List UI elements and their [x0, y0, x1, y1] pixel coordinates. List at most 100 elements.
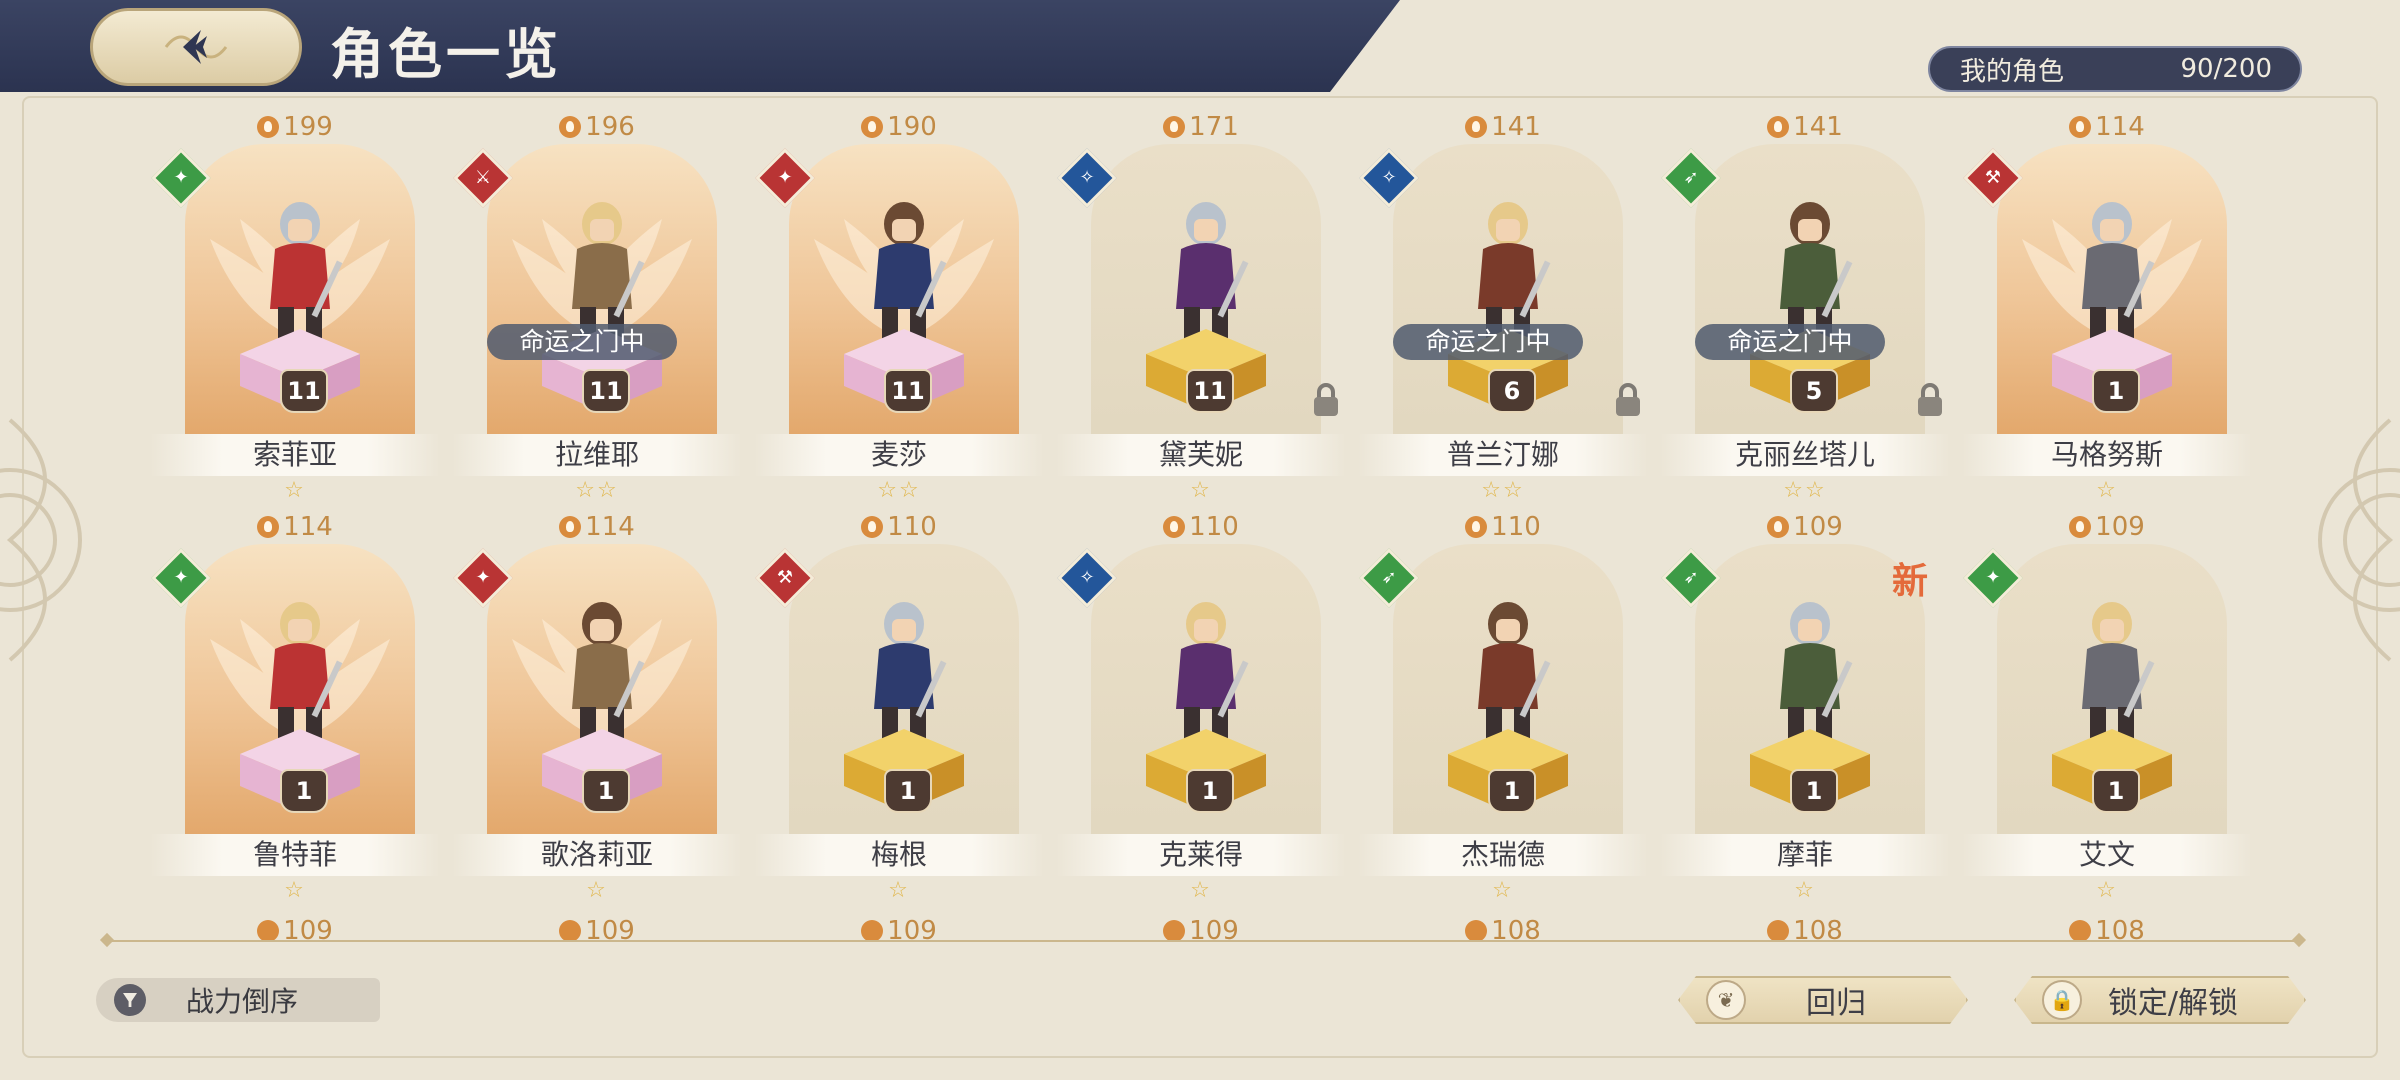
character-portrait: 11: [789, 144, 1019, 434]
owned-characters-counter: 我的角色 90/200: [1928, 46, 2302, 92]
level-badge: 5: [1790, 369, 1838, 413]
star-rating: ☆: [2096, 878, 2118, 903]
character-name: 鲁特菲: [150, 834, 440, 876]
page-title: 角色一览: [330, 23, 562, 86]
star-rating: ☆: [1190, 878, 1212, 903]
star-rating: ☆☆: [1481, 478, 1525, 503]
character-name: 杰瑞德: [1358, 834, 1648, 876]
character-card[interactable]: 114 1 ✦ 鲁特菲 ☆: [150, 512, 440, 903]
character-portrait: 1: [1997, 544, 2227, 834]
flame-icon: [1465, 516, 1488, 538]
level-badge: 1: [1488, 769, 1536, 813]
leaf-icon: ❦: [1706, 980, 1746, 1020]
level-badge: 1: [582, 769, 630, 813]
padlock-icon: [1616, 383, 1640, 416]
character-card[interactable]: 114 1 ⚒ 马格努斯 ☆: [1962, 112, 2252, 503]
level-badge: 1: [2092, 769, 2140, 813]
power-display: 141: [1358, 112, 1648, 142]
character-portrait: 11: [185, 144, 415, 434]
character-card[interactable]: 171 11 ✧ 黛芙妮 ☆: [1056, 112, 1346, 503]
flame-icon: [1767, 516, 1790, 538]
power-value: 199: [283, 112, 333, 142]
level-badge: 1: [884, 769, 932, 813]
power-value: 109: [2095, 512, 2145, 542]
flame-icon: [861, 516, 884, 538]
sort-label: 战力倒序: [186, 985, 299, 1018]
power-value: 110: [887, 512, 937, 542]
character-card[interactable]: 190 11 ✦ 麦莎 ☆☆: [754, 112, 1044, 503]
character-card[interactable]: 196 11 ⚔ 命运之门中 拉维耶 ☆☆: [452, 112, 742, 503]
filter-icon: [114, 984, 146, 1016]
character-name: 马格努斯: [1962, 434, 2252, 476]
character-name: 艾文: [1962, 834, 2252, 876]
padlock-icon: [1314, 383, 1338, 416]
power-display: 114: [150, 512, 440, 542]
level-badge: 6: [1488, 369, 1536, 413]
character-name: 索菲亚: [150, 434, 440, 476]
power-display: 141: [1660, 112, 1950, 142]
character-card[interactable]: 110 1 ➶ 杰瑞德 ☆: [1358, 512, 1648, 903]
flame-icon: [2069, 920, 2092, 942]
power-value: 114: [283, 512, 333, 542]
power-value: 114: [585, 512, 635, 542]
list-divider: [108, 940, 2298, 942]
character-card[interactable]: 141 6 ✧ 命运之门中 普兰汀娜 ☆☆: [1358, 112, 1648, 503]
power-value: 110: [1491, 512, 1541, 542]
character-portrait: 1: [487, 544, 717, 834]
character-card[interactable]: 109 1 ✦ 艾文 ☆: [1962, 512, 2252, 903]
character-card[interactable]: 110 1 ✧ 克莱得 ☆: [1056, 512, 1346, 903]
lock-icon: 🔒: [2042, 980, 2082, 1020]
character-portrait: 1: [1997, 144, 2227, 434]
character-card[interactable]: 141 5 ➶ 命运之门中 克丽丝塔儿 ☆☆: [1660, 112, 1950, 503]
sort-by-power-button[interactable]: 战力倒序: [96, 978, 380, 1022]
level-badge: 1: [280, 769, 328, 813]
flame-icon: [559, 516, 582, 538]
power-display: 114: [452, 512, 742, 542]
level-badge: 1: [2092, 369, 2140, 413]
power-value: 109: [1793, 512, 1843, 542]
level-badge: 11: [582, 369, 630, 413]
power-display: 171: [1056, 112, 1346, 142]
character-portrait: 6: [1393, 144, 1623, 434]
back-button[interactable]: [90, 8, 302, 86]
star-rating: ☆: [1190, 478, 1212, 503]
character-portrait: 11: [487, 144, 717, 434]
star-rating: ☆: [284, 878, 306, 903]
character-card[interactable]: 109 1 ➶ 新 摩菲 ☆: [1660, 512, 1950, 903]
power-value: 190: [887, 112, 937, 142]
owned-label: 我的角色: [1960, 56, 2065, 87]
flame-icon: [1163, 920, 1186, 942]
return-button[interactable]: ❦ 回归: [1678, 976, 1968, 1024]
power-value: 114: [2095, 112, 2145, 142]
flame-icon: [257, 516, 280, 538]
power-display: 114: [1962, 112, 2252, 142]
power-value: 110: [1189, 512, 1239, 542]
character-portrait: 1: [789, 544, 1019, 834]
owned-count: 90/200: [2180, 54, 2272, 84]
power-value: 141: [1793, 112, 1843, 142]
power-display: 110: [754, 512, 1044, 542]
character-card[interactable]: 114 1 ✦ 歌洛莉亚 ☆: [452, 512, 742, 903]
character-name: 麦莎: [754, 434, 1044, 476]
lock-unlock-label: 锁定/解锁: [2107, 986, 2239, 1021]
character-name: 梅根: [754, 834, 1044, 876]
return-label: 回归: [1806, 986, 1866, 1021]
character-card[interactable]: 110 1 ⚒ 梅根 ☆: [754, 512, 1044, 903]
power-value: 171: [1189, 112, 1239, 142]
power-display: 110: [1358, 512, 1648, 542]
star-rating: ☆: [586, 878, 608, 903]
new-badge: 新: [1892, 560, 1929, 602]
flame-icon: [2069, 516, 2092, 538]
character-portrait: 1: [1393, 544, 1623, 834]
flame-icon: [257, 116, 280, 138]
flame-icon: [861, 116, 884, 138]
flame-icon: [257, 920, 280, 942]
lock-unlock-button[interactable]: 🔒 锁定/解锁: [2014, 976, 2306, 1024]
power-value: 196: [585, 112, 635, 142]
flame-icon: [559, 116, 582, 138]
character-name: 歌洛莉亚: [452, 834, 742, 876]
character-card[interactable]: 199 11 ✦ 索菲亚 ☆: [150, 112, 440, 503]
flame-icon: [559, 920, 582, 942]
level-badge: 1: [1790, 769, 1838, 813]
star-rating: ☆: [1794, 878, 1816, 903]
